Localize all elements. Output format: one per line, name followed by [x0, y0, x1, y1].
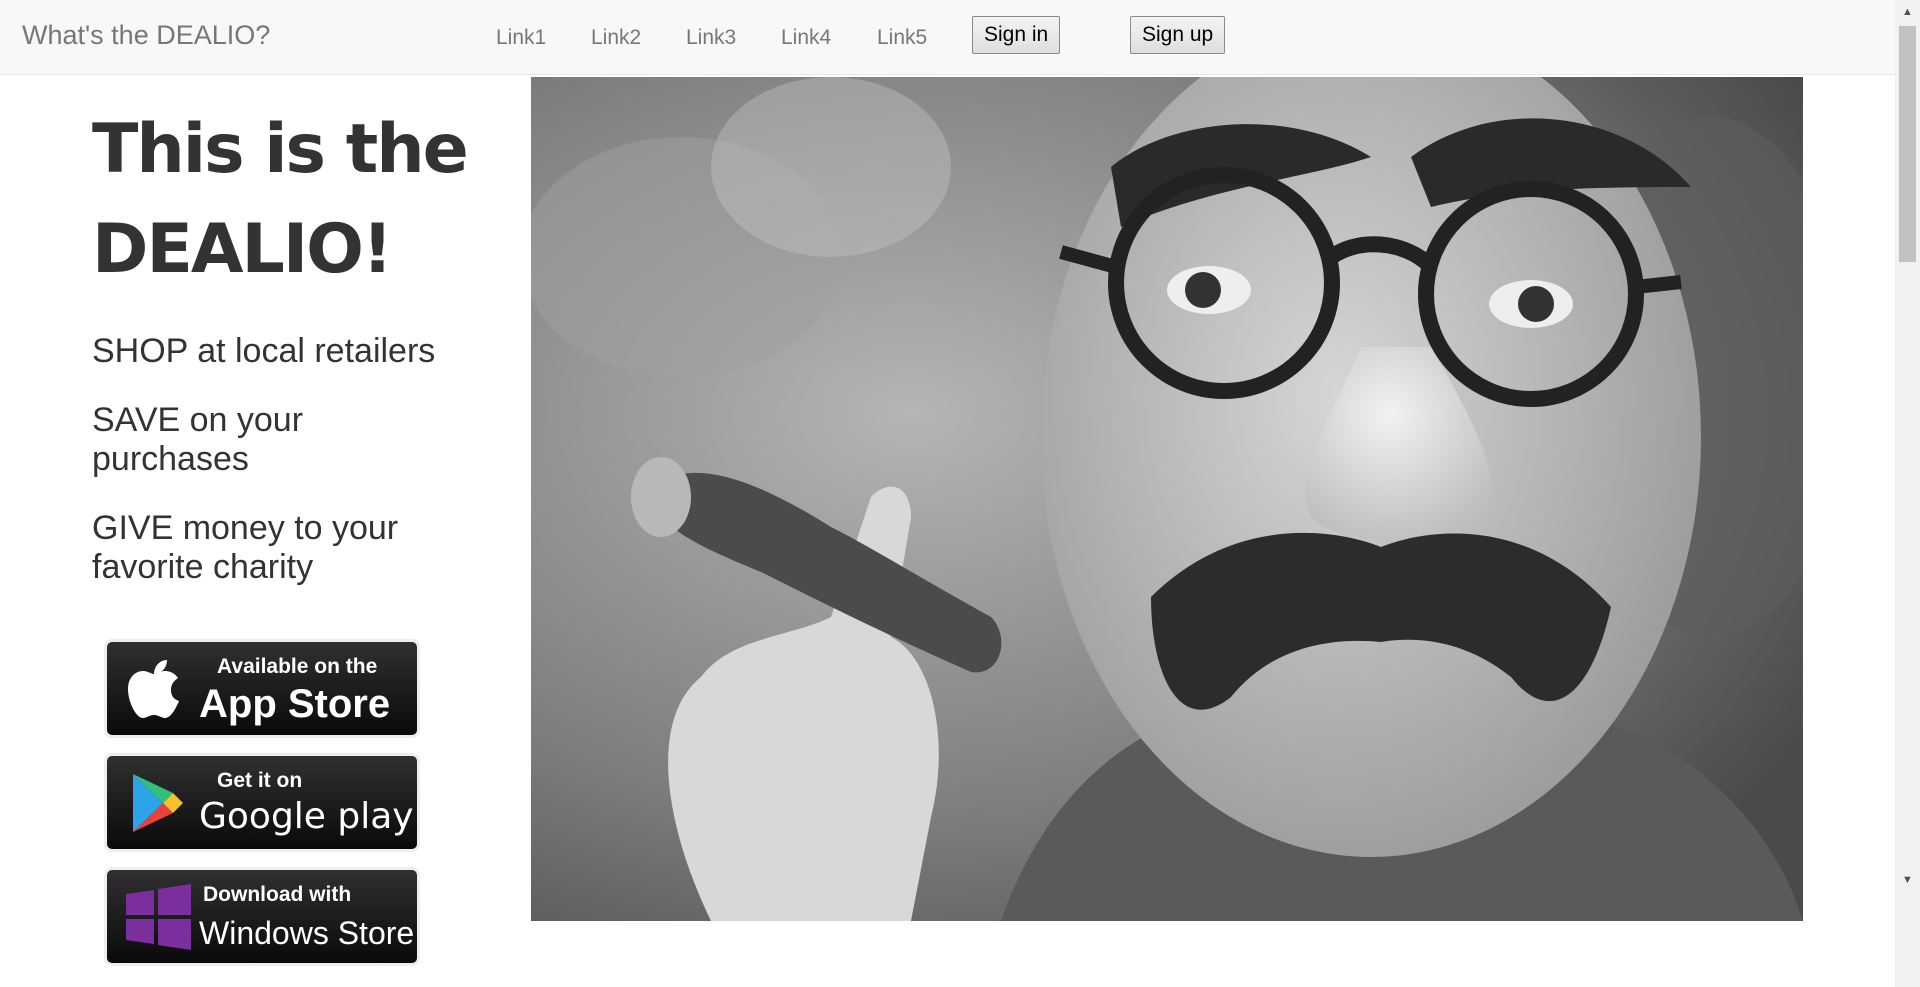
nav-link-1[interactable]: Link1: [496, 26, 546, 50]
hero-title: This is the DEALIO!: [92, 100, 522, 300]
vertical-scrollbar[interactable]: ▲ ▼: [1895, 0, 1920, 987]
hero-photo: [531, 77, 1803, 921]
windows-logo-icon: [126, 884, 191, 950]
google-play-big-text: Google play: [199, 796, 414, 837]
scroll-thumb[interactable]: [1899, 26, 1916, 262]
app-store-big-text: App Store: [199, 682, 391, 726]
nav-link-4[interactable]: Link4: [781, 26, 831, 50]
hero-title-line1: This is the: [92, 110, 469, 189]
top-navbar: What's the DEALIO? Link1 Link2 Link3 Lin…: [0, 0, 1895, 75]
app-store-badge[interactable]: Available on the App Store: [107, 642, 417, 735]
apple-icon: [128, 660, 179, 718]
scroll-up-arrow-icon[interactable]: ▲: [1895, 6, 1920, 18]
nav-link-2[interactable]: Link2: [591, 26, 641, 50]
google-play-small-text: Get it on: [217, 769, 303, 792]
windows-store-big-text: Windows Store: [199, 915, 415, 951]
nav-link-5[interactable]: Link5: [877, 26, 927, 50]
man-with-disguise-glasses-illustration: [531, 77, 1803, 921]
sign-up-button[interactable]: Sign up: [1130, 16, 1226, 54]
nav-link-3[interactable]: Link3: [686, 26, 736, 50]
app-store-small-text: Available on the: [217, 655, 378, 678]
google-play-badge[interactable]: Get it on Google play: [107, 756, 417, 849]
brand-link[interactable]: What's the DEALIO?: [22, 20, 270, 51]
windows-store-small-text: Download with: [203, 883, 352, 906]
bullet-give: GIVE money to your favorite charity: [92, 509, 399, 586]
bullet-save: SAVE on your purchases: [92, 401, 304, 478]
windows-store-badge[interactable]: Download with Windows Store: [107, 870, 417, 963]
hero-title-line2: DEALIO!: [92, 210, 393, 289]
bullet-shop: SHOP at local retailers: [92, 332, 436, 370]
sign-in-button[interactable]: Sign in: [972, 16, 1061, 54]
play-triangle-icon: [133, 774, 183, 832]
scroll-down-arrow-icon[interactable]: ▼: [1895, 874, 1920, 886]
